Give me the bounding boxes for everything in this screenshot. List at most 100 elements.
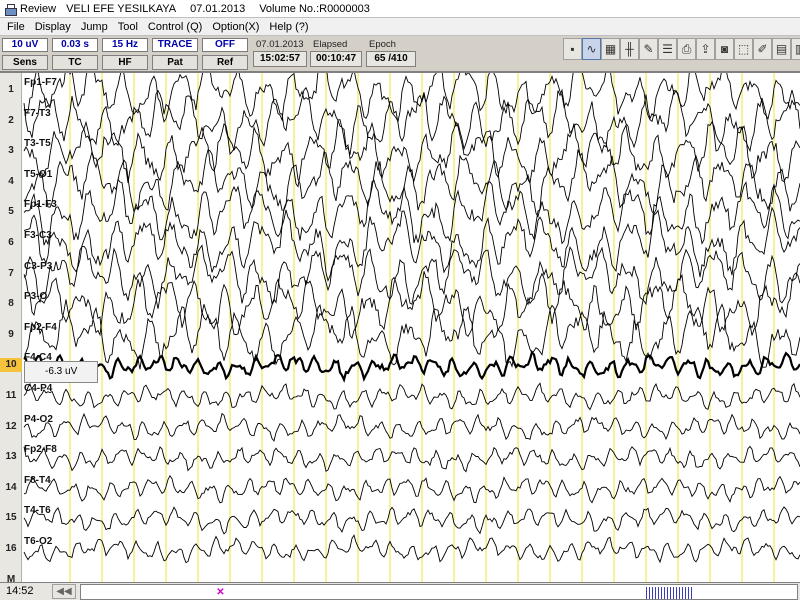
eeg-trace-ch11[interactable] — [23, 382, 800, 411]
menu-help[interactable]: Help (?) — [264, 21, 313, 33]
eeg-trace-ch15[interactable] — [23, 506, 800, 535]
epoch-tick — [655, 587, 656, 599]
tc-control[interactable]: 0.03 s TC — [52, 38, 98, 70]
eeg-trace-area[interactable]: 1 2 3 4 5 6 7 8 9 10 11 12 13 14 15 16 M Fp1-F7 F7-T3 T3-T… — [0, 72, 800, 585]
channel-label[interactable]: Fp2-F8 — [24, 444, 57, 455]
camera-icon[interactable]: ◙ — [715, 38, 734, 60]
hf-button[interactable]: HF — [102, 55, 148, 70]
montage-icon[interactable]: ╫ — [620, 38, 639, 60]
title-bar: Review VELI EFE YESILKAYA 07.01.2013 Vol… — [0, 0, 800, 18]
channel-number[interactable]: 12 — [0, 420, 22, 434]
pen-icon[interactable]: ✎ — [639, 38, 658, 60]
channel-number[interactable]: 8 — [0, 297, 22, 311]
tc-value[interactable]: 0.03 s — [52, 38, 98, 52]
channel-label[interactable]: T4-T6 — [24, 505, 51, 516]
menu-display[interactable]: Display — [30, 21, 76, 33]
eeg-trace-ch12[interactable] — [23, 412, 800, 442]
channel-number[interactable]: 6 — [0, 236, 22, 250]
channel-number[interactable]: 5 — [0, 205, 22, 219]
channel-number[interactable]: 11 — [0, 389, 22, 403]
menu-jump[interactable]: Jump — [76, 21, 113, 33]
channel-number[interactable]: 15 — [0, 511, 22, 525]
hf-control[interactable]: 15 Hz HF — [102, 38, 148, 70]
epoch-tick — [691, 587, 692, 599]
pat-control[interactable]: TRACE Pat — [152, 38, 198, 70]
eeg-trace-ch13[interactable] — [23, 445, 800, 473]
sens-button[interactable]: Sens — [2, 55, 48, 70]
menu-option[interactable]: Option(X) — [207, 21, 264, 33]
event-marker-icon[interactable]: ✕ — [215, 588, 226, 598]
channel-label[interactable]: Fp2-F4 — [24, 322, 57, 333]
ref-value[interactable]: OFF — [202, 38, 248, 52]
edit-icon[interactable]: ✐ — [753, 38, 772, 60]
channel-label[interactable]: P3-O — [24, 291, 47, 302]
pat-button[interactable]: Pat — [152, 55, 198, 70]
channel-number[interactable]: 9 — [0, 328, 22, 342]
eeg-trace-ch16[interactable] — [23, 534, 800, 564]
menu-tool[interactable]: Tool — [113, 21, 143, 33]
channel-label[interactable]: T6-O2 — [24, 536, 52, 547]
channel-number[interactable]: 2 — [0, 114, 22, 128]
channel-number-column: 1 2 3 4 5 6 7 8 9 10 11 12 13 14 15 16 M — [0, 73, 22, 585]
eeg-trace-canvas[interactable] — [0, 73, 800, 583]
select-icon[interactable]: ⬚ — [734, 38, 753, 60]
epoch-tick — [667, 587, 668, 599]
epoch-tick — [679, 587, 680, 599]
pat-value[interactable]: TRACE — [152, 38, 198, 52]
epoch-tick — [670, 587, 671, 599]
eeg-trace-ch4[interactable] — [23, 149, 800, 218]
epoch-tick — [673, 587, 674, 599]
eeg-trace-ch3[interactable] — [23, 119, 800, 188]
ref-control[interactable]: OFF Ref — [202, 38, 248, 70]
channel-number[interactable]: 13 — [0, 450, 22, 464]
channel-label[interactable]: F8-T4 — [24, 475, 51, 486]
tc-button[interactable]: TC — [52, 55, 98, 70]
channel-number[interactable]: 4 — [0, 175, 22, 189]
ref-button[interactable]: Ref — [202, 55, 248, 70]
grid-view-icon[interactable]: ▤ — [772, 38, 791, 60]
channel-number[interactable]: 1 — [0, 83, 22, 97]
export-icon[interactable]: ⇪ — [696, 38, 715, 60]
channel-label[interactable]: T5-O1 — [24, 169, 52, 180]
channel-label[interactable]: C4-P4 — [24, 383, 52, 394]
window-title-app: Review — [20, 2, 57, 15]
window-title-date: 07.01.2013 — [190, 2, 246, 15]
timeline-time: 14:52 — [6, 585, 34, 597]
window-title-volume: Volume No.:R0000003 — [259, 2, 370, 15]
grid-icon[interactable]: ▦ — [601, 38, 620, 60]
save-icon[interactable]: ▪ — [563, 38, 582, 60]
channel-number[interactable]: 3 — [0, 144, 22, 158]
report-icon[interactable]: ▥ — [791, 38, 800, 60]
eeg-trace-ch5[interactable] — [23, 178, 800, 246]
eeg-trace-ch6[interactable] — [23, 206, 800, 282]
channel-number[interactable]: 7 — [0, 267, 22, 281]
channel-label[interactable]: F3-C3 — [24, 230, 52, 241]
epoch-value: 65 /410 — [366, 51, 416, 67]
channel-label[interactable]: T3-T5 — [24, 138, 51, 149]
epoch-tick — [652, 587, 653, 599]
channel-label[interactable]: Fp1-F7 — [24, 77, 57, 88]
channel-label[interactable]: Fp1-F3 — [24, 199, 57, 210]
list-icon[interactable]: ☰ — [658, 38, 677, 60]
print-icon[interactable]: ⎙ — [677, 38, 696, 60]
channel-label[interactable]: F7-T3 — [24, 108, 51, 119]
menu-bar: File Display Jump Tool Control (Q) Optio… — [0, 18, 800, 36]
waveform-icon[interactable]: ∿ — [582, 38, 601, 60]
epoch-tick — [664, 587, 665, 599]
channel-number[interactable]: 14 — [0, 481, 22, 495]
channel-label[interactable]: C3-P3 — [24, 261, 52, 272]
timeline-track[interactable]: ✕ — [80, 584, 798, 600]
epoch-tick — [658, 587, 659, 599]
rewind-button[interactable]: ◀◀ — [52, 584, 76, 599]
sens-control[interactable]: 10 uV Sens — [2, 38, 48, 70]
menu-control[interactable]: Control (Q) — [143, 21, 207, 33]
elapsed-value: 00:10:47 — [310, 51, 362, 67]
channel-number[interactable]: 10 — [0, 358, 22, 373]
menu-file[interactable]: File — [2, 21, 30, 33]
epoch-tick — [676, 587, 677, 599]
hf-value[interactable]: 15 Hz — [102, 38, 148, 52]
channel-number[interactable]: 16 — [0, 542, 22, 556]
sens-value[interactable]: 10 uV — [2, 38, 48, 52]
eeg-trace-ch14[interactable] — [23, 474, 800, 504]
channel-label[interactable]: P4-O2 — [24, 414, 53, 425]
